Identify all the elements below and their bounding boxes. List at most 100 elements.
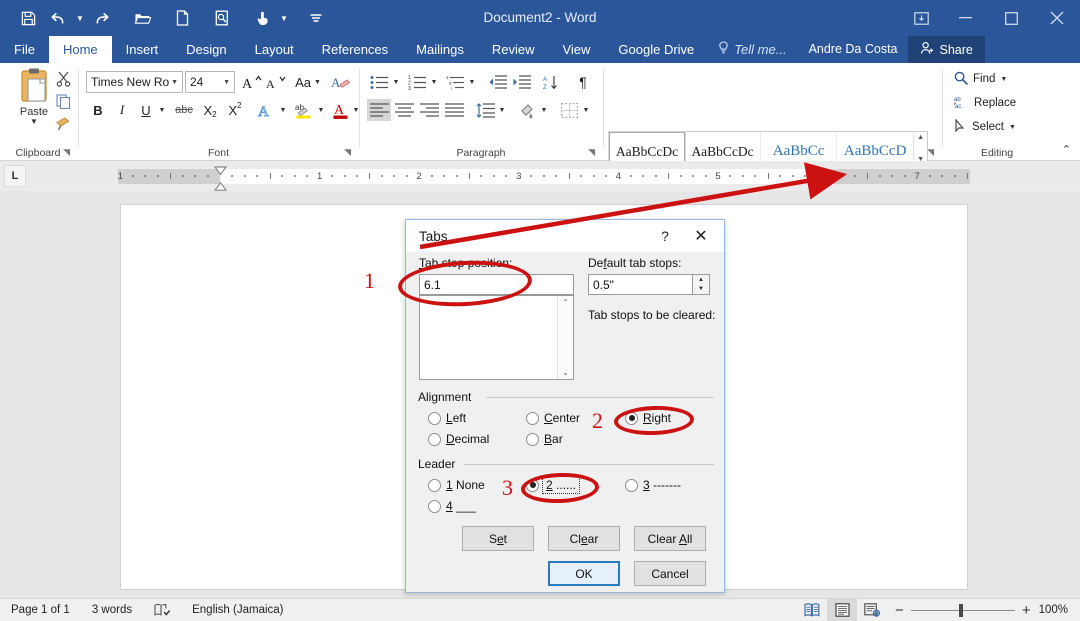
shading-dropdown-icon[interactable]: ▼ [541,107,548,114]
web-layout-view-button[interactable] [857,599,887,621]
line-spacing-dropdown-icon[interactable]: ▼ [499,107,506,114]
scroll-down-icon[interactable]: ⌄ [562,368,569,377]
zoom-slider[interactable]: − + [887,602,1039,619]
numbering-dropdown-icon[interactable]: ▼ [431,79,438,86]
zoom-out-button[interactable]: − [895,602,904,619]
touch-mode-dropdown-icon[interactable]: ▼ [278,4,290,32]
paragraph-dialog-launcher[interactable]: ◥ [588,147,595,158]
word-count[interactable]: 3 words [81,599,143,621]
account-name[interactable]: Andre Da Costa [799,36,908,63]
share-button[interactable]: Share [907,36,985,63]
highlight-dropdown-icon[interactable]: ▼ [318,107,325,114]
print-preview-icon[interactable] [208,4,236,32]
tab-file[interactable]: File [0,36,49,63]
tab-layout[interactable]: Layout [241,36,308,63]
strikethrough-button[interactable]: abc [171,99,197,121]
help-icon[interactable]: ? [654,225,676,247]
leader-none-radio[interactable]: 1 None [428,478,485,492]
subscript-button[interactable]: X2 [198,99,222,121]
touch-mode-icon[interactable] [248,4,276,32]
close-icon[interactable] [1034,0,1080,36]
increase-indent-icon[interactable] [509,71,533,93]
decrease-indent-icon[interactable] [485,71,509,93]
styles-scroll-up-icon[interactable]: ▲ [917,134,924,141]
show-formatting-marks-icon[interactable]: ¶ [571,71,595,93]
close-icon[interactable]: ✕ [684,223,718,249]
bold-button[interactable]: B [88,99,108,121]
font-size-combo[interactable]: 24 ▼ [185,71,235,93]
clear-button[interactable]: Clear [548,526,620,551]
redo-icon[interactable] [88,4,116,32]
zoom-thumb[interactable] [958,603,963,617]
change-case-dropdown-icon[interactable]: ▼ [314,79,321,86]
multilevel-list-icon[interactable]: 1ai [443,71,467,93]
tab-design[interactable]: Design [172,36,240,63]
line-spacing-icon[interactable] [473,99,497,121]
horizontal-ruler[interactable]: 11234567 [118,166,970,200]
page-indicator[interactable]: Page 1 of 1 [0,599,81,621]
text-effects-dropdown-icon[interactable]: ▼ [280,107,287,114]
shading-icon[interactable] [515,99,539,121]
leader-dashed-radio[interactable]: 3 ------- [625,478,681,492]
justify-icon[interactable] [442,99,466,121]
zoom-level[interactable]: 100% [1039,604,1080,616]
tab-google-drive[interactable]: Google Drive [604,36,708,63]
borders-dropdown-icon[interactable]: ▼ [583,107,590,114]
read-mode-view-button[interactable] [797,599,827,621]
save-icon[interactable] [14,4,42,32]
font-dialog-launcher[interactable]: ◥ [344,147,351,158]
font-size-dropdown-icon[interactable]: ▼ [223,79,230,86]
language-indicator[interactable]: English (Jamaica) [181,599,294,621]
set-button[interactable]: Set [462,526,534,551]
font-name-combo[interactable]: Times New Ro ▼ [86,71,183,93]
spinner-down-icon[interactable]: ▼ [693,285,709,295]
shrink-font-icon[interactable]: A [264,71,287,93]
format-painter-icon[interactable] [52,113,74,133]
styles-dialog-launcher[interactable]: ◥ [927,147,934,158]
alignment-left-radio[interactable]: Left [428,411,466,425]
tab-review[interactable]: Review [478,36,549,63]
select-dropdown-icon[interactable]: ▼ [1009,124,1016,131]
cut-icon[interactable] [52,69,74,89]
multilevel-dropdown-icon[interactable]: ▼ [469,79,476,86]
print-layout-view-button[interactable] [827,598,858,621]
tab-stop-list[interactable]: ⌃ ⌄ [419,295,574,380]
sort-icon[interactable]: AZ [540,71,564,93]
collapse-ribbon-icon[interactable]: ⌃ [1062,143,1071,156]
ribbon-display-options-icon[interactable] [900,0,942,36]
font-name-dropdown-icon[interactable]: ▼ [171,79,178,86]
grow-font-icon[interactable]: A [240,71,263,93]
underline-button[interactable]: U [136,99,156,121]
default-tab-stops-spinner[interactable]: ▲ ▼ [693,274,710,295]
tab-mailings[interactable]: Mailings [402,36,478,63]
default-tab-stops-field[interactable]: 0.5" [588,274,693,295]
alignment-bar-radio[interactable]: Bar [526,432,563,446]
alignment-center-radio[interactable]: Center [526,411,580,425]
minimize-icon[interactable] [942,0,988,36]
align-center-icon[interactable] [392,99,416,121]
find-dropdown-icon[interactable]: ▼ [1000,76,1007,83]
underline-dropdown-icon[interactable]: ▼ [159,107,166,114]
tab-stop-selector[interactable]: L [4,165,26,187]
align-left-icon[interactable] [367,99,391,121]
superscript-button[interactable]: X2 [223,99,247,121]
align-right-icon[interactable] [417,99,441,121]
text-effects-icon[interactable]: A [254,99,278,121]
first-line-indent-marker[interactable] [213,163,228,176]
zoom-track[interactable] [910,603,1015,617]
numbering-icon[interactable]: 123 [405,71,429,93]
borders-icon[interactable] [557,99,581,121]
maximize-icon[interactable] [988,0,1034,36]
bullets-dropdown-icon[interactable]: ▼ [393,79,400,86]
cancel-button[interactable]: Cancel [634,561,706,586]
copy-icon[interactable] [52,91,74,111]
italic-button[interactable]: I [112,99,132,121]
paste-dropdown-icon[interactable]: ▼ [30,118,38,126]
replace-button[interactable]: ab ac Replace [953,93,1016,113]
select-button[interactable]: Select ▼ [954,117,1016,137]
open-icon[interactable] [128,4,156,32]
bullets-icon[interactable] [367,71,391,93]
font-color-icon[interactable]: A [330,99,352,121]
tab-stop-list-scrollbar[interactable]: ⌃ ⌄ [557,296,573,379]
customize-qat-icon[interactable] [302,4,330,32]
